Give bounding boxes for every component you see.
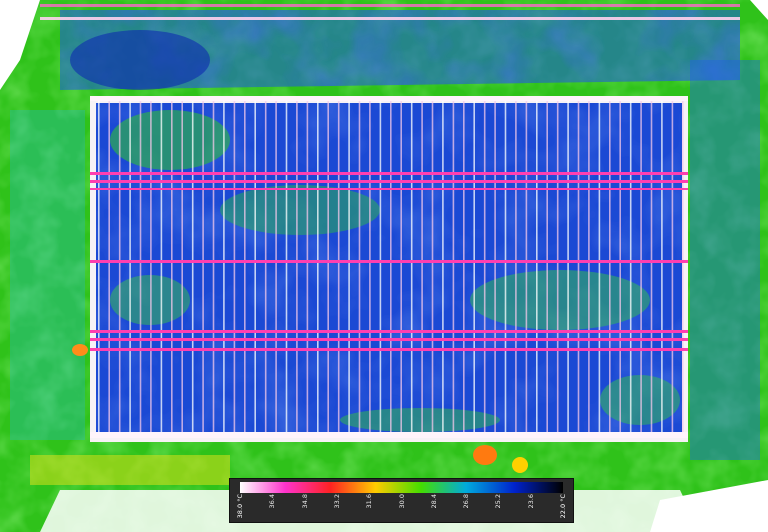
panel-column-gap xyxy=(431,101,434,434)
scale-tick-label: 38.0 °C xyxy=(236,494,244,519)
scale-tick-label: 28.4 xyxy=(429,494,438,509)
panel-column-gap xyxy=(619,101,621,434)
panel-column-gap xyxy=(191,101,194,434)
panel-column-gap xyxy=(598,101,601,434)
thermal-image: 38.0 °C 36.4 34.8 33.2 31.6 30.0 28.4 26.8 25.2 2… xyxy=(0,0,768,532)
panel-column-gap xyxy=(640,101,642,434)
panel-column-gap xyxy=(567,101,569,434)
scale-tick-label: 31.6 xyxy=(365,494,374,509)
panel-column-gap xyxy=(129,101,131,434)
panel-column-gap xyxy=(285,101,288,434)
panel-column-gap xyxy=(275,101,277,434)
panel-column-gap xyxy=(212,101,215,434)
panel-column-gap xyxy=(577,101,580,434)
panel-column-gap xyxy=(661,101,663,434)
panel-column-gap xyxy=(317,101,319,434)
panel-column-gap xyxy=(682,101,684,434)
panel-column-gap xyxy=(337,101,340,434)
panel-column-gap xyxy=(410,101,413,434)
panel-column-gap xyxy=(108,101,110,434)
scale-tick-label: 33.2 xyxy=(332,494,341,509)
panel-column-gap xyxy=(150,101,152,434)
panel-column-gap xyxy=(629,101,632,434)
panel-column-gap xyxy=(139,101,142,434)
scale-tick-label: 23.6 xyxy=(526,494,535,509)
panel-column-gap xyxy=(421,101,423,434)
panel-column-gap xyxy=(442,101,444,434)
panel-column-gap xyxy=(98,101,100,434)
scale-tick-label: 22.0 °C xyxy=(559,494,567,519)
panel-column-gap xyxy=(494,101,496,434)
panel-column-gap xyxy=(650,101,653,434)
panel-column-gap xyxy=(348,101,350,434)
panel-column-gap xyxy=(588,101,590,434)
panel-column-gap xyxy=(244,101,246,434)
panel-column-gap xyxy=(463,101,465,434)
panel-column-gap xyxy=(264,101,267,434)
panel-column-gap xyxy=(118,101,121,434)
scale-tick-label: 25.2 xyxy=(494,494,503,509)
color-scale-gradient xyxy=(240,482,563,493)
scale-tick-label: 30.0 xyxy=(397,494,406,509)
panel-column-gap xyxy=(160,101,163,434)
panel-column-gap xyxy=(171,101,173,434)
panel-column-gap xyxy=(452,101,455,434)
panel-column-gap xyxy=(671,101,674,434)
panel-column-gap xyxy=(504,101,507,434)
panel-column-gap xyxy=(233,101,236,434)
panel-column-gap xyxy=(473,101,475,434)
panel-column-gap xyxy=(327,101,329,434)
panel-column-gap xyxy=(379,101,382,434)
panel-column-gap xyxy=(223,101,225,434)
panel-column-gap xyxy=(296,101,298,434)
panel-column-gap xyxy=(369,101,371,434)
panel-column-gap xyxy=(515,101,517,434)
scale-tick-label: 26.8 xyxy=(462,494,471,509)
panel-column-gap xyxy=(202,101,204,434)
panel-column-gap xyxy=(546,101,548,434)
thermal-orthomosaic xyxy=(0,0,768,532)
panel-column-gap xyxy=(181,101,183,434)
panel-column-gap xyxy=(556,101,559,434)
panel-column-gap xyxy=(609,101,611,434)
panel-column-gap xyxy=(536,101,538,434)
panel-column-gap xyxy=(358,101,361,434)
temperature-scale-bar: 38.0 °C 36.4 34.8 33.2 31.6 30.0 28.4 26.8 25.2 2… xyxy=(229,478,574,523)
panel-column-gap xyxy=(390,101,392,434)
scale-tick-label: 34.8 xyxy=(300,494,309,509)
panel-column-gap xyxy=(400,101,402,434)
panel-column-gap xyxy=(525,101,528,434)
solar-array xyxy=(90,96,688,442)
panel-column-gap xyxy=(306,101,309,434)
panel-column-gap xyxy=(254,101,256,434)
panel-column-gap xyxy=(483,101,486,434)
scale-tick-label: 36.4 xyxy=(268,494,277,509)
